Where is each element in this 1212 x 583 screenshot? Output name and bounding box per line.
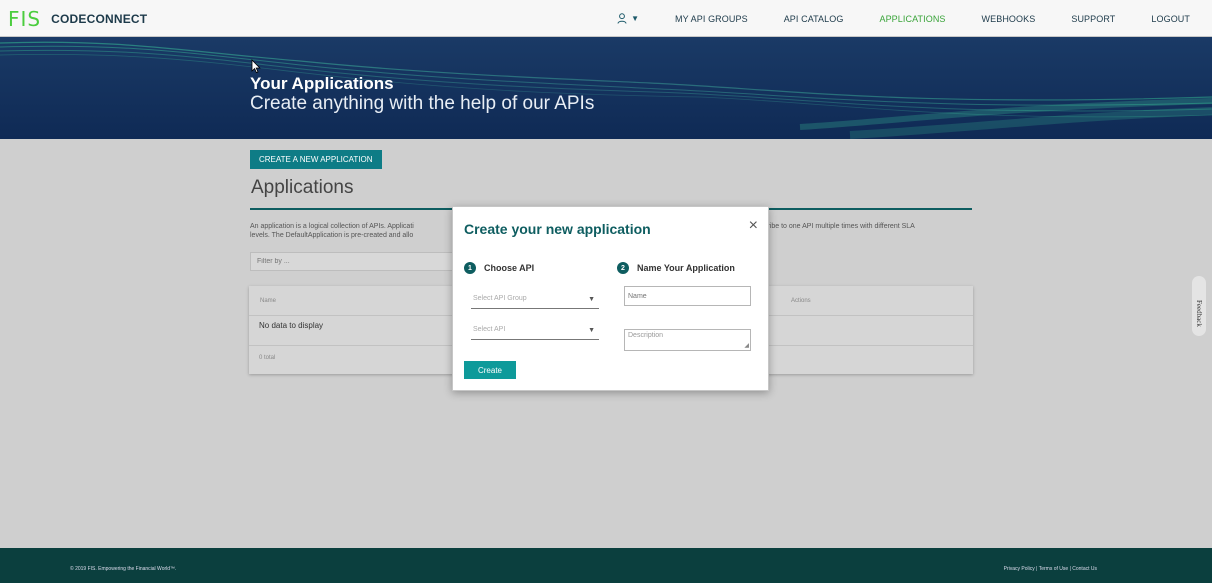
logo-fis: FIS bbox=[8, 7, 42, 31]
step-1-badge: 1 bbox=[464, 262, 476, 274]
step-name-application: 2 Name Your Application bbox=[617, 262, 735, 274]
create-button[interactable]: Create bbox=[464, 361, 516, 379]
caret-down-icon: ▼ bbox=[588, 327, 595, 334]
caret-down-icon: ▼ bbox=[588, 296, 595, 303]
nav-menu: ▼ MY API GROUPS API CATALOG APPLICATIONS… bbox=[617, 0, 1190, 37]
resize-handle-icon[interactable]: ◢ bbox=[744, 342, 749, 349]
chevron-down-icon: ▼ bbox=[631, 14, 640, 23]
nav-logout[interactable]: LOGOUT bbox=[1151, 14, 1190, 24]
create-application-modal: Create your new application × 1 Choose A… bbox=[452, 206, 769, 391]
api-select-value: Select API bbox=[473, 326, 506, 333]
step-choose-api: 1 Choose API bbox=[464, 262, 534, 274]
footer-links[interactable]: Privacy Policy | Terms of Use | Contact … bbox=[1004, 566, 1097, 572]
hero-subtitle: Create anything with the help of our API… bbox=[250, 93, 595, 114]
api-select[interactable]: Select API ▼ bbox=[471, 322, 599, 340]
description-line-2: levels. The DefaultApplication is pre-cr… bbox=[250, 232, 414, 239]
hero-wave-graphic bbox=[0, 41, 1212, 139]
logo-product-name: CODECONNECT bbox=[51, 12, 148, 26]
column-header-actions: Actions bbox=[791, 298, 811, 304]
nav-support[interactable]: SUPPORT bbox=[1071, 14, 1115, 24]
create-new-application-button[interactable]: CREATE A NEW APPLICATION bbox=[250, 150, 382, 169]
table-total-count: 0 total bbox=[259, 355, 276, 361]
description-line-1: An application is a logical collection o… bbox=[250, 223, 414, 230]
description-placeholder: Description bbox=[628, 332, 664, 339]
nav-my-api-groups[interactable]: MY API GROUPS bbox=[675, 14, 748, 24]
mouse-cursor-icon bbox=[251, 59, 261, 74]
api-group-select[interactable]: Select API Group ▼ bbox=[471, 291, 599, 309]
api-group-select-value: Select API Group bbox=[473, 295, 527, 302]
applications-heading: Applications bbox=[251, 177, 354, 198]
column-header-name[interactable]: Name bbox=[260, 298, 276, 304]
user-menu[interactable]: ▼ bbox=[617, 13, 639, 24]
footer: © 2019 FIS. Empowering the Financial Wor… bbox=[0, 548, 1212, 583]
nav-webhooks[interactable]: WEBHOOKS bbox=[982, 14, 1036, 24]
description-textarea[interactable]: Description ◢ bbox=[624, 329, 751, 351]
nav-applications[interactable]: APPLICATIONS bbox=[879, 14, 945, 24]
user-icon bbox=[617, 13, 627, 24]
feedback-tab[interactable]: Feedback bbox=[1192, 276, 1206, 336]
feedback-label: Feedback bbox=[1195, 300, 1203, 327]
filter-input[interactable] bbox=[250, 252, 456, 271]
top-nav: FIS CODECONNECT ▼ MY API GROUPS API CATA… bbox=[0, 0, 1212, 37]
step-1-label: Choose API bbox=[484, 263, 535, 273]
hero-banner: Your Applications Create anything with t… bbox=[0, 37, 1212, 139]
modal-title: Create your new application bbox=[464, 221, 651, 237]
name-input[interactable] bbox=[624, 286, 751, 306]
nav-api-catalog[interactable]: API CATALOG bbox=[784, 14, 844, 24]
hero-title: Your Applications bbox=[250, 74, 394, 93]
footer-copyright: © 2019 FIS. Empowering the Financial Wor… bbox=[70, 566, 177, 572]
table-empty-message: No data to display bbox=[259, 321, 324, 330]
close-icon[interactable]: × bbox=[749, 218, 758, 234]
step-2-label: Name Your Application bbox=[637, 263, 735, 273]
description-line-1-end: cribe to one API multiple times with dif… bbox=[764, 223, 915, 230]
step-2-badge: 2 bbox=[617, 262, 629, 274]
logo[interactable]: FIS CODECONNECT bbox=[8, 8, 147, 30]
